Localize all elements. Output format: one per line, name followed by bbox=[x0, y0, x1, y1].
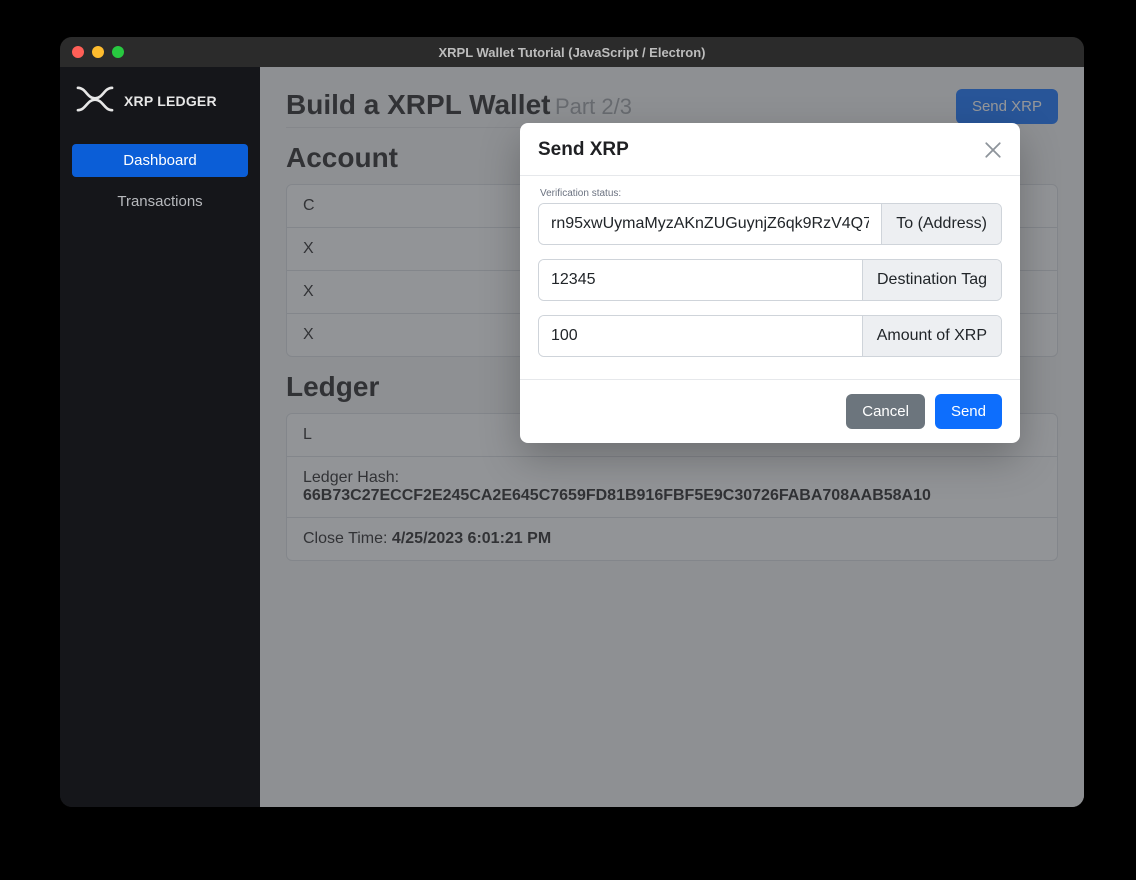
window-close-icon[interactable] bbox=[72, 46, 84, 58]
window-titlebar: XRPL Wallet Tutorial (JavaScript / Elect… bbox=[60, 37, 1084, 67]
amount-group: Amount of XRP bbox=[538, 315, 1002, 357]
verification-status-label: Verification status: bbox=[540, 188, 1002, 199]
amount-addon: Amount of XRP bbox=[862, 316, 1001, 356]
modal-footer: Cancel Send bbox=[520, 379, 1020, 443]
modal-title: Send XRP bbox=[538, 139, 629, 161]
app-window: XRPL Wallet Tutorial (JavaScript / Elect… bbox=[60, 37, 1084, 807]
cancel-button[interactable]: Cancel bbox=[846, 394, 925, 429]
sidebar: XRP LEDGER Dashboard Transactions bbox=[60, 67, 260, 807]
destination-tag-addon: Destination Tag bbox=[862, 260, 1001, 300]
destination-tag-group: Destination Tag bbox=[538, 259, 1002, 301]
sidebar-item-label: Dashboard bbox=[123, 152, 196, 169]
send-xrp-modal: Send XRP Verification status: To (Addres… bbox=[520, 123, 1020, 443]
window-title: XRPL Wallet Tutorial (JavaScript / Elect… bbox=[60, 45, 1084, 60]
xrp-logo-icon bbox=[74, 85, 116, 116]
brand-label: XRP LEDGER bbox=[124, 93, 217, 109]
modal-header: Send XRP bbox=[520, 123, 1020, 176]
sidebar-item-dashboard[interactable]: Dashboard bbox=[72, 144, 248, 177]
to-address-group: To (Address) bbox=[538, 203, 1002, 245]
amount-input[interactable] bbox=[539, 316, 862, 356]
to-address-addon: To (Address) bbox=[881, 204, 1001, 244]
close-icon[interactable] bbox=[984, 141, 1002, 159]
window-traffic-lights bbox=[72, 46, 124, 58]
destination-tag-input[interactable] bbox=[539, 260, 862, 300]
to-address-input[interactable] bbox=[539, 204, 881, 244]
sidebar-item-transactions[interactable]: Transactions bbox=[72, 185, 248, 218]
window-zoom-icon[interactable] bbox=[112, 46, 124, 58]
window-minimize-icon[interactable] bbox=[92, 46, 104, 58]
sidebar-item-label: Transactions bbox=[117, 193, 202, 210]
modal-body: Verification status: To (Address) Destin… bbox=[520, 176, 1020, 379]
main-content: Build a XRPL Wallet Part 2/3 Send XRP Ac… bbox=[260, 67, 1084, 807]
brand: XRP LEDGER bbox=[72, 85, 248, 116]
send-button[interactable]: Send bbox=[935, 394, 1002, 429]
app-body: XRP LEDGER Dashboard Transactions Build … bbox=[60, 67, 1084, 807]
